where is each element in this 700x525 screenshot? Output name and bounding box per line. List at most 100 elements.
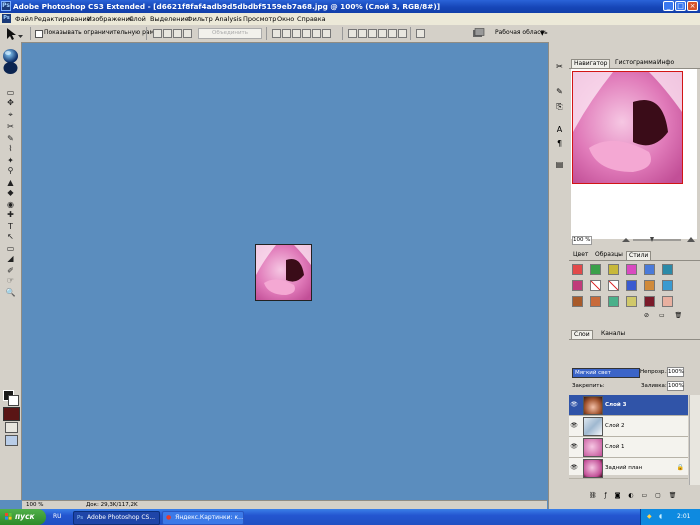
menu-layer[interactable]: Слой: [129, 15, 146, 23]
tab-navigator[interactable]: Навигатор: [571, 59, 611, 68]
brushes-icon[interactable]: ✎: [554, 87, 565, 97]
tab-styles[interactable]: Стили: [626, 251, 652, 260]
align-vcenter-icon[interactable]: [163, 29, 172, 38]
navigator-zoom-value[interactable]: 100 %: [572, 236, 592, 245]
layer-mask-icon[interactable]: ◙: [615, 492, 624, 499]
path-select-tool-icon[interactable]: ▭: [5, 244, 16, 253]
menu-filter[interactable]: Фильтр: [187, 15, 213, 23]
language-indicator[interactable]: RU: [53, 513, 62, 520]
layer-style-icon[interactable]: ƒ: [605, 492, 610, 499]
background-color-swatch[interactable]: [8, 395, 19, 406]
screen-mode-icon[interactable]: [5, 435, 18, 446]
maximize-button[interactable]: □: [675, 1, 686, 11]
menu-edit[interactable]: Редактирование: [34, 15, 91, 23]
distribute-left-icon[interactable]: [302, 29, 311, 38]
style-swatch[interactable]: [644, 296, 655, 307]
visibility-eye-icon[interactable]: 👁: [570, 422, 578, 430]
menu-file[interactable]: Файл: [15, 15, 33, 23]
style-swatch[interactable]: [572, 264, 583, 275]
visibility-eye-icon[interactable]: 👁: [570, 464, 578, 472]
quick-mask-icon[interactable]: [5, 422, 18, 433]
visibility-eye-icon[interactable]: 👁: [570, 401, 578, 409]
dodge-tool-icon[interactable]: ✚: [5, 210, 16, 219]
style-swatch[interactable]: [626, 264, 637, 275]
navigator-view-box[interactable]: [572, 71, 683, 184]
workspace-icon[interactable]: [472, 28, 486, 38]
arrange-1-icon[interactable]: [348, 29, 357, 38]
tool-presets-icon[interactable]: ✂: [554, 62, 565, 72]
layer-row[interactable]: 👁 Слой 1: [569, 437, 688, 458]
pen-tool-icon[interactable]: T: [5, 222, 16, 231]
move-tool-icon[interactable]: [3, 26, 25, 41]
style-swatch[interactable]: [590, 280, 601, 291]
workspace-dropdown-icon[interactable]: ▼: [540, 30, 545, 37]
style-swatch[interactable]: [608, 280, 619, 291]
move-tool-icon[interactable]: ✥: [5, 98, 16, 107]
arrange-4-icon[interactable]: [378, 29, 387, 38]
healing-tool-icon[interactable]: ✎: [5, 134, 16, 143]
photoshop-mini-icon[interactable]: Ps: [2, 14, 11, 23]
fill-input[interactable]: 100%: [667, 381, 684, 391]
layers-scrollbar[interactable]: [689, 395, 700, 485]
tray-network-icon[interactable]: ◆: [647, 513, 652, 520]
new-group-icon[interactable]: ▭: [642, 492, 651, 499]
task-photoshop[interactable]: Ps Adobe Photoshop CS...: [73, 511, 160, 525]
arrange-3-icon[interactable]: [368, 29, 377, 38]
menu-image[interactable]: Изображение: [87, 15, 134, 23]
align-bottom-icon[interactable]: [173, 29, 182, 38]
distribute-bottom-icon[interactable]: [292, 29, 301, 38]
minimize-button[interactable]: _: [663, 1, 674, 11]
arrange-2-icon[interactable]: [358, 29, 367, 38]
style-swatch[interactable]: [626, 296, 637, 307]
hand-tool-icon[interactable]: ☞: [5, 276, 16, 285]
close-button[interactable]: ×: [687, 1, 698, 11]
tab-swatches[interactable]: Образцы: [593, 251, 625, 259]
menu-view[interactable]: Просмотр: [243, 15, 276, 23]
start-button[interactable]: пуск: [0, 509, 46, 525]
auto-align-icon[interactable]: [416, 29, 425, 38]
arrange-6-icon[interactable]: [398, 29, 407, 38]
style-swatch[interactable]: [590, 264, 601, 275]
status-doc-info[interactable]: Док: 29,3K/117,2K: [86, 502, 138, 508]
brush-tool-icon[interactable]: ⌇: [5, 144, 16, 153]
tab-channels[interactable]: Каналы: [599, 330, 627, 338]
style-swatch[interactable]: [662, 296, 673, 307]
tab-info[interactable]: Инфо: [655, 59, 676, 67]
align-top-icon[interactable]: [153, 29, 162, 38]
document-image[interactable]: [255, 244, 312, 301]
zoom-tool-icon[interactable]: 🔍: [5, 288, 16, 297]
style-swatch[interactable]: [608, 264, 619, 275]
style-swatch[interactable]: [644, 280, 655, 291]
eraser-tool-icon[interactable]: ▲: [5, 178, 16, 187]
style-swatch[interactable]: [608, 296, 619, 307]
style-swatch[interactable]: [590, 296, 601, 307]
distribute-vcenter-icon[interactable]: [282, 29, 291, 38]
status-zoom[interactable]: 100 %: [26, 502, 43, 508]
link-layers-icon[interactable]: ⛓: [589, 492, 600, 499]
tab-layers[interactable]: Слои: [571, 330, 593, 339]
clear-style-icon[interactable]: ⊘: [644, 312, 649, 319]
marquee-tool-icon[interactable]: ▭: [5, 88, 16, 97]
tab-color[interactable]: Цвет: [571, 251, 590, 259]
type-tool-icon[interactable]: ↖: [5, 232, 16, 241]
tab-histogram[interactable]: Гистограмма: [613, 59, 658, 67]
layer-row[interactable]: 👁 Задний план 🔒: [569, 458, 688, 479]
style-swatch[interactable]: [662, 280, 673, 291]
menu-analysis[interactable]: Analysis: [215, 15, 242, 23]
align-left-icon[interactable]: [183, 29, 192, 38]
distribute-right-icon[interactable]: [322, 29, 331, 38]
tray-volume-icon[interactable]: ◖: [659, 513, 662, 520]
clone-source-icon[interactable]: ⎘: [554, 102, 565, 112]
lasso-tool-icon[interactable]: ⌖: [5, 110, 16, 119]
layer-row[interactable]: 👁 Слой 2: [569, 416, 688, 437]
task-yandex[interactable]: ● Яндекс.Картинки: к...: [162, 511, 244, 525]
navigator-zoom-slider[interactable]: [621, 236, 697, 244]
distribute-hcenter-icon[interactable]: [312, 29, 321, 38]
show-bounds-checkbox[interactable]: [35, 30, 43, 38]
style-swatch[interactable]: [662, 264, 673, 275]
blend-mode-select[interactable]: Мягкий свет: [572, 368, 640, 378]
delete-style-icon[interactable]: 🗑: [675, 312, 683, 319]
blur-tool-icon[interactable]: ◉: [5, 200, 16, 209]
menu-select[interactable]: Выделение: [150, 15, 189, 23]
delete-layer-icon[interactable]: 🗑: [669, 492, 680, 499]
